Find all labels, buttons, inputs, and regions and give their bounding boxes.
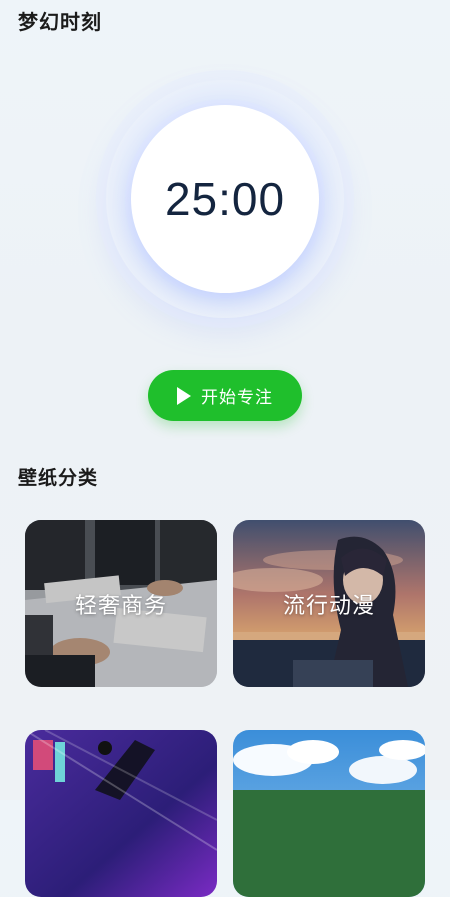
wallpaper-category-label: 轻奢商务 <box>74 593 167 619</box>
timer-circle: 25:00 <box>131 105 319 293</box>
wallpaper-category-label: 流行动漫 <box>282 593 375 619</box>
wallpaper-category-business[interactable]: 轻奢商务 <box>25 520 217 687</box>
start-focus-label: 开始专注 <box>201 388 273 408</box>
wallpaper-category-anime[interactable]: 流行动漫 <box>233 520 425 687</box>
wallpaper-category-3[interactable] <box>25 730 217 897</box>
timer-display: 25:00 <box>164 173 286 225</box>
wallpaper-category-label <box>233 730 425 897</box>
wallpaper-category-4[interactable] <box>233 730 425 897</box>
app-title: 梦幻时刻 <box>18 10 102 34</box>
wallpaper-category-label <box>25 730 217 897</box>
wallpaper-section-title: 壁纸分类 <box>18 467 99 489</box>
play-icon <box>177 386 191 405</box>
start-focus-button[interactable]: 开始专注 <box>148 370 302 421</box>
